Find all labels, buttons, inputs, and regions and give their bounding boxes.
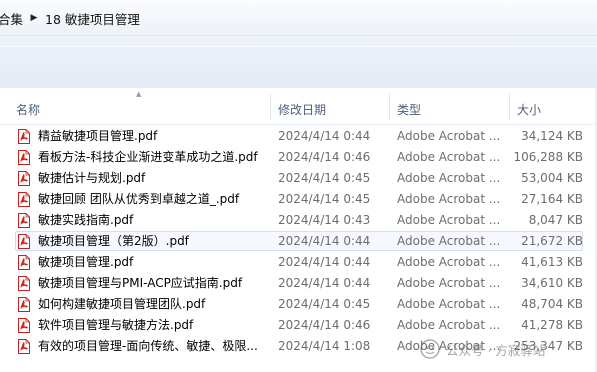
pdf-file-icon[interactable] [18,318,30,333]
column-header-type[interactable]: 类型 [397,101,421,118]
file-size: 53,004 KB [521,171,583,185]
toolbar-divider [0,46,597,47]
column-divider[interactable] [270,94,271,120]
file-size: 27,164 KB [521,192,583,206]
column-divider[interactable] [509,94,510,120]
file-row[interactable]: 敏捷项目管理与PMI-ACP应试指南.pdf 2024/4/14 0:44 Adob… [0,273,597,294]
file-row[interactable]: 看板方法-科技企业渐进变革成功之道.pdf 2024/4/14 0:46 Adobe… [0,147,597,168]
file-name: 敏捷估计与规划.pdf [38,171,146,185]
file-modified-date: 2024/4/14 0:45 [278,171,371,185]
file-modified-date: 2024/4/14 0:44 [278,129,371,143]
pdf-file-icon[interactable] [18,129,30,144]
file-size: 253,347 KB [513,339,583,353]
file-row[interactable]: 软件项目管理与敏捷方法.pdf 2024/4/14 0:46 Adobe Acrob… [0,315,597,336]
file-name: 敏捷项目管理.pdf [38,255,134,269]
file-modified-date: 2024/4/14 0:45 [278,297,371,311]
pdf-file-icon[interactable] [18,213,30,228]
file-size: 34,124 KB [521,129,583,143]
pdf-file-icon[interactable] [18,276,30,291]
file-modified-date: 2024/4/14 0:46 [278,318,371,332]
file-type: Adobe Acrobat ... [397,276,501,290]
file-name: 敏捷项目管理（第2版）.pdf [38,234,189,248]
file-row[interactable]: 敏捷项目管理.pdf 2024/4/14 0:44 Adobe Acrobat ..… [0,252,597,273]
file-name: 软件项目管理与敏捷方法.pdf [38,318,194,332]
file-type: Adobe Acrobat ... [397,339,501,353]
file-type: Adobe Acrobat ... [397,297,501,311]
pdf-file-icon[interactable] [18,171,30,186]
pdf-file-icon[interactable] [18,192,30,207]
file-row[interactable]: 精益敏捷项目管理.pdf 2024/4/14 0:44 Adobe Acrobat … [0,126,597,147]
column-header-row: ▲ 名称 修改日期 类型 大小 [0,88,597,125]
breadcrumb-chevron-icon[interactable]: ▶ [23,13,45,23]
file-name: 敏捷项目管理与PMI-ACP应试指南.pdf [38,276,243,290]
file-type: Adobe Acrobat ... [397,171,501,185]
file-modified-date: 2024/4/14 0:44 [278,276,371,290]
file-row[interactable]: 敏捷估计与规划.pdf 2024/4/14 0:45 Adobe Acrobat .… [0,168,597,189]
file-type: Adobe Acrobat ... [397,129,501,143]
breadcrumb-current[interactable]: 18 敏捷项目管理 [45,7,140,28]
address-bar[interactable]: 合集 ▶ 18 敏捷项目管理 [0,0,597,36]
pdf-file-icon[interactable] [18,150,30,165]
file-size: 34,610 KB [521,276,583,290]
file-modified-date: 2024/4/14 0:44 [278,255,371,269]
sort-ascending-icon: ▲ [136,90,142,98]
pdf-file-icon[interactable] [18,339,30,354]
file-modified-date: 2024/4/14 0:43 [278,213,371,227]
file-name: 看板方法-科技企业渐进变革成功之道.pdf [38,150,258,164]
column-header-size[interactable]: 大小 [517,101,541,118]
pdf-file-icon[interactable] [18,297,30,312]
file-size: 21,672 KB [521,234,583,248]
pdf-file-icon[interactable] [18,255,30,270]
file-row[interactable]: 敏捷实践指南.pdf 2024/4/14 0:43 Adobe Acrobat ..… [0,210,597,231]
pdf-file-icon[interactable] [18,234,30,249]
file-type: Adobe Acrobat ... [397,150,501,164]
file-name: 敏捷回顾 团队从优秀到卓越之道_.pdf [38,192,240,206]
file-type: Adobe Acrobat ... [397,192,501,206]
file-name: 精益敏捷项目管理.pdf [38,129,158,143]
file-size: 8,047 KB [528,213,583,227]
column-header-name[interactable]: 名称 [16,101,40,118]
file-size: 41,278 KB [521,318,583,332]
file-row[interactable]: 有效的项目管理-面向传统、敏捷、极限... 2024/4/14 1:08 Adobe… [0,336,597,357]
file-modified-date: 2024/4/14 1:08 [278,339,371,353]
file-name: 如何构建敏捷项目管理团队.pdf [38,297,206,311]
file-size: 41,613 KB [521,255,583,269]
column-divider[interactable] [389,94,390,120]
file-type: Adobe Acrobat ... [397,234,501,248]
file-type: Adobe Acrobat ... [397,318,501,332]
file-modified-date: 2024/4/14 0:45 [278,192,371,206]
file-type: Adobe Acrobat ... [397,255,501,269]
file-row[interactable]: 敏捷项目管理（第2版）.pdf 2024/4/14 0:44 Adobe Acrob… [0,231,597,252]
file-name: 敏捷实践指南.pdf [38,213,134,227]
toolbar [0,36,597,89]
file-row[interactable]: 敏捷回顾 团队从优秀到卓越之道_.pdf 2024/4/14 0:45 Adobe … [0,189,597,210]
file-size: 106,288 KB [513,150,583,164]
file-modified-date: 2024/4/14 0:44 [278,234,371,248]
file-modified-date: 2024/4/14 0:46 [278,150,371,164]
file-row[interactable]: 如何构建敏捷项目管理团队.pdf 2024/4/14 0:45 Adobe Acro… [0,294,597,315]
column-header-date[interactable]: 修改日期 [278,101,326,118]
file-type: Adobe Acrobat ... [397,213,501,227]
breadcrumb-root[interactable]: 合集 [0,7,23,28]
file-size: 48,704 KB [521,297,583,311]
file-name: 有效的项目管理-面向传统、敏捷、极限... [38,339,258,353]
file-list: 精益敏捷项目管理.pdf 2024/4/14 0:44 Adobe Acrobat … [0,126,597,357]
